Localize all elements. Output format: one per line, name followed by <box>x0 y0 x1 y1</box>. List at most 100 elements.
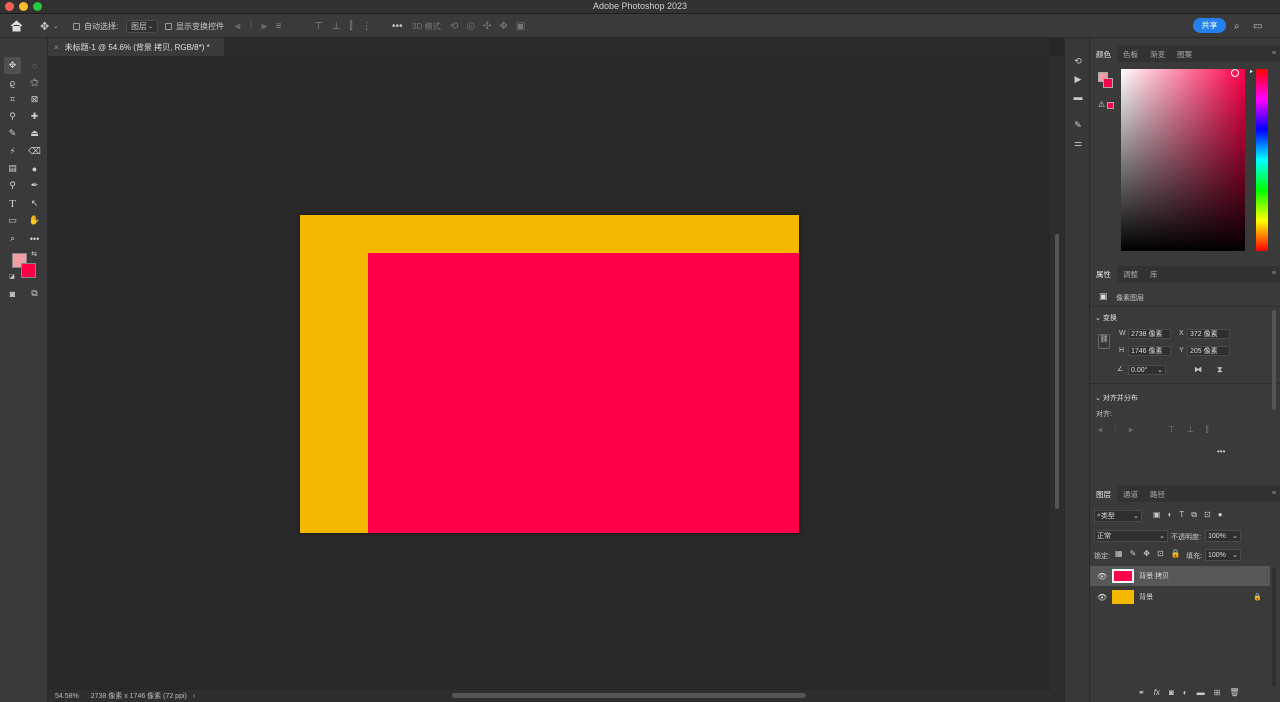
tab-swatches[interactable]: 色板 <box>1117 46 1144 62</box>
filter-smartobject-icon[interactable]: ⊡ <box>1204 510 1211 520</box>
layers-scrollbar[interactable] <box>1272 568 1276 686</box>
add-mask-icon[interactable]: ◙ <box>1169 688 1174 697</box>
gamut-warning-icon[interactable]: ⚠ <box>1098 100 1105 109</box>
align-bottom-icon[interactable]: ⫿ <box>349 21 352 32</box>
height-field[interactable]: 1746 像素 <box>1128 346 1171 356</box>
vertical-scrollbar[interactable] <box>1050 56 1064 690</box>
eye-icon[interactable]: 👁 <box>1097 572 1107 581</box>
actions-play-icon[interactable]: ▶ <box>1071 74 1085 86</box>
history-icon[interactable]: ⟲ <box>1071 56 1085 68</box>
share-button[interactable]: 共享 <box>1193 18 1226 33</box>
swap-colors-icon[interactable]: ⇆ <box>29 249 39 259</box>
fx-icon[interactable]: fx <box>1154 688 1160 697</box>
tab-channels[interactable]: 通道 <box>1117 486 1144 502</box>
zoom-level[interactable]: 54.58% <box>55 693 79 700</box>
panel-menu-icon[interactable]: ≡ <box>1272 490 1276 497</box>
flip-vertical-icon[interactable]: ⧗ <box>1217 365 1223 375</box>
frame-tool-icon[interactable]: ⊠ <box>26 91 43 108</box>
tab-libraries[interactable]: 库 <box>1144 266 1164 282</box>
distribute-vertical-icon[interactable]: ⋮ <box>362 21 372 32</box>
y-field[interactable]: 205 像素 <box>1187 346 1230 356</box>
new-group-icon[interactable]: ▬ <box>1197 688 1205 697</box>
scale-3d-icon[interactable]: ▣ <box>516 21 525 32</box>
adjustments-icon[interactable]: ⚌ <box>1071 138 1085 150</box>
comments-icon[interactable]: ▬ <box>1071 92 1085 104</box>
link-icon[interactable]: ⛓ <box>1098 334 1110 349</box>
filter-toggle-icon[interactable]: ● <box>1218 510 1223 520</box>
document-tab[interactable]: × 未标题-1 @ 54.6% (背景 拷贝, RGB/8*) * <box>48 38 224 56</box>
brush-tool-icon[interactable]: ✎ <box>4 125 21 142</box>
align-vcenter-icon[interactable]: ⊥ <box>332 21 341 32</box>
align-vcenter-icon[interactable]: ⊥ <box>1187 425 1194 435</box>
panel-menu-icon[interactable]: ≡ <box>1272 270 1276 277</box>
lock-artboard-icon[interactable]: ⊡ <box>1157 549 1164 558</box>
scrollbar-thumb[interactable] <box>1055 234 1059 509</box>
panel-menu-icon[interactable]: ≡ <box>1272 50 1276 57</box>
show-transform-checkbox[interactable]: 显示变换控件 <box>165 14 224 38</box>
gradient-tool-icon[interactable]: ▤ <box>4 160 21 177</box>
blur-tool-icon[interactable]: ● <box>26 160 43 177</box>
layer-name[interactable]: 背景 <box>1139 592 1153 602</box>
type-tool-icon[interactable]: T <box>4 195 21 212</box>
crop-tool-icon[interactable]: ⌗ <box>4 91 21 108</box>
filter-shape-icon[interactable]: ⧉ <box>1191 510 1197 520</box>
layer-name[interactable]: 背景 拷贝 <box>1139 571 1169 581</box>
stamp-tool-icon[interactable]: ⏏ <box>26 125 43 142</box>
blend-mode-dropdown[interactable]: 正常 ⌄ <box>1094 530 1168 542</box>
eyedropper-tool-icon[interactable]: ⚲ <box>4 108 21 125</box>
link-layers-icon[interactable]: ⚭ <box>1138 688 1145 697</box>
zoom-tool-icon[interactable]: ⌕ <box>4 230 21 247</box>
layer-row[interactable]: 👁 背景 🔒 <box>1090 587 1270 607</box>
roll-3d-icon[interactable]: ◎ <box>466 21 475 32</box>
align-top-icon[interactable]: ⊤ <box>314 21 323 32</box>
lock-position-icon[interactable]: ✥ <box>1143 549 1150 558</box>
align-right-icon[interactable]: ⫸ <box>261 21 267 32</box>
home-button[interactable] <box>10 14 23 38</box>
align-hcenter-icon[interactable]: ⫶ <box>250 21 253 32</box>
eye-icon[interactable]: 👁 <box>1097 593 1107 602</box>
tab-gradients[interactable]: 渐变 <box>1144 46 1171 62</box>
bg-color-mini[interactable] <box>1103 78 1113 88</box>
new-layer-icon[interactable]: ⊞ <box>1214 688 1221 697</box>
magic-wand-tool-icon[interactable]: ⚝ <box>26 74 43 91</box>
distribute-icon[interactable]: ≡ <box>276 21 282 32</box>
chevron-right-icon[interactable]: › <box>193 693 195 700</box>
marquee-tool-icon[interactable]: ◌ <box>26 57 43 74</box>
default-colors-icon[interactable]: ◪ <box>7 271 17 281</box>
move-tool-preset-button[interactable]: ✥ ⌄ <box>40 14 58 38</box>
align-top-icon[interactable]: ⊤ <box>1168 425 1175 435</box>
x-field[interactable]: 372 像素 <box>1187 329 1230 339</box>
lock-transparent-icon[interactable]: ▦ <box>1115 549 1123 558</box>
flip-horizontal-icon[interactable]: ⧓ <box>1194 365 1202 374</box>
tab-color[interactable]: 颜色 <box>1090 46 1117 62</box>
align-bottom-icon[interactable]: ⫿ <box>1206 425 1209 435</box>
healing-brush-tool-icon[interactable]: ✚ <box>26 108 43 125</box>
layer-background-copy[interactable] <box>368 253 799 533</box>
tab-layers[interactable]: 图层 <box>1090 486 1117 502</box>
background-color-swatch[interactable] <box>21 263 36 278</box>
history-brush-tool-icon[interactable]: ⚡ <box>4 143 21 160</box>
opacity-field[interactable]: 100% ⌄ <box>1205 530 1241 542</box>
auto-select-checkbox[interactable]: 自动选择: <box>73 14 118 38</box>
lasso-tool-icon[interactable]: ϱ <box>4 74 21 91</box>
delete-layer-icon[interactable]: 🗑 <box>1229 688 1239 697</box>
hand-tool-icon[interactable]: ✋ <box>26 212 43 229</box>
move-tool-icon[interactable]: ✥ <box>4 57 21 74</box>
more-options-icon[interactable]: ••• <box>392 14 403 38</box>
brush-settings-icon[interactable]: ✎ <box>1071 120 1085 132</box>
close-tab-icon[interactable]: × <box>54 43 59 52</box>
angle-field[interactable]: 0.00° ⌄ <box>1128 365 1166 375</box>
hue-slider[interactable] <box>1256 69 1268 251</box>
layer-filter-dropdown[interactable]: ⌕ 类型 ⌄ <box>1094 510 1142 522</box>
width-field[interactable]: 2738 像素 <box>1128 329 1171 339</box>
lock-image-icon[interactable]: ✎ <box>1130 549 1137 558</box>
horizontal-scrollbar-thumb[interactable] <box>452 693 806 698</box>
workspace-icon[interactable]: ▭ <box>1253 14 1262 38</box>
rectangle-tool-icon[interactable]: ▭ <box>4 212 21 229</box>
color-field[interactable] <box>1121 69 1245 251</box>
tab-paths[interactable]: 路径 <box>1144 486 1171 502</box>
color-picker-ring[interactable] <box>1231 69 1239 77</box>
align-right-icon[interactable]: ⫸ <box>1129 425 1134 435</box>
orbit-3d-icon[interactable]: ⟲ <box>450 21 458 32</box>
slide-3d-icon[interactable]: ✥ <box>500 21 508 32</box>
